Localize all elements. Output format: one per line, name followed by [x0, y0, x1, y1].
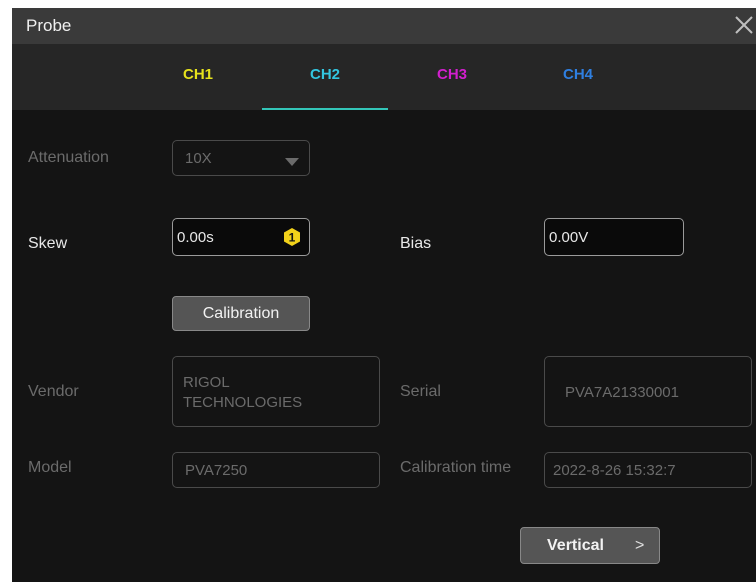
skew-input[interactable]: 0.00s 1	[172, 218, 310, 256]
channel-tabs: CH1 CH2 CH3 CH4	[12, 44, 756, 110]
vendor-value-line1: RIGOL	[183, 374, 230, 391]
vertical-button[interactable]: Vertical >	[520, 527, 660, 564]
attenuation-select[interactable]: 10X	[172, 140, 310, 176]
calibration-time-field: 2022-8-26 15:32:7	[544, 452, 752, 488]
caret-down-icon	[285, 154, 299, 172]
skew-value: 0.00s	[177, 229, 214, 246]
model-field: PVA7250	[172, 452, 380, 488]
probe-dialog: Probe CH1 CH2 CH3 CH4 Attenuation 10X Sk…	[12, 8, 756, 582]
skew-label: Skew	[28, 235, 68, 252]
tab-ch2[interactable]: CH2	[275, 66, 375, 83]
tab-ch3[interactable]: CH3	[402, 66, 502, 83]
tab-ch4[interactable]: CH4	[528, 66, 628, 83]
calibration-button[interactable]: Calibration	[172, 296, 310, 331]
bias-value: 0.00V	[549, 229, 589, 246]
attenuation-label: Attenuation	[28, 149, 109, 166]
bias-input[interactable]: 0.00V	[544, 218, 684, 256]
attenuation-value: 10X	[185, 150, 212, 167]
serial-field: PVA7A21330001	[544, 356, 752, 427]
title-bar: Probe	[12, 8, 756, 44]
model-label: Model	[28, 459, 72, 476]
svg-text:1: 1	[289, 231, 296, 245]
calibration-time-value: 2022-8-26 15:32:7	[553, 462, 676, 479]
active-tab-indicator	[262, 108, 388, 110]
knob-hexagon-icon[interactable]: 1	[282, 227, 302, 252]
vertical-button-label: Vertical	[547, 537, 604, 554]
close-icon[interactable]	[732, 12, 756, 38]
serial-label: Serial	[400, 383, 441, 400]
calibration-time-label: Calibration time	[400, 459, 512, 476]
chevron-right-icon: >	[635, 537, 645, 554]
vendor-field: RIGOL TECHNOLOGIES	[172, 356, 380, 427]
dialog-title: Probe	[26, 16, 72, 35]
vendor-label: Vendor	[28, 383, 79, 400]
bias-label: Bias	[400, 235, 432, 252]
vendor-value-line2: TECHNOLOGIES	[183, 394, 303, 411]
serial-value: PVA7A21330001	[565, 384, 679, 401]
tab-ch1[interactable]: CH1	[148, 66, 248, 83]
model-value: PVA7250	[185, 462, 248, 479]
